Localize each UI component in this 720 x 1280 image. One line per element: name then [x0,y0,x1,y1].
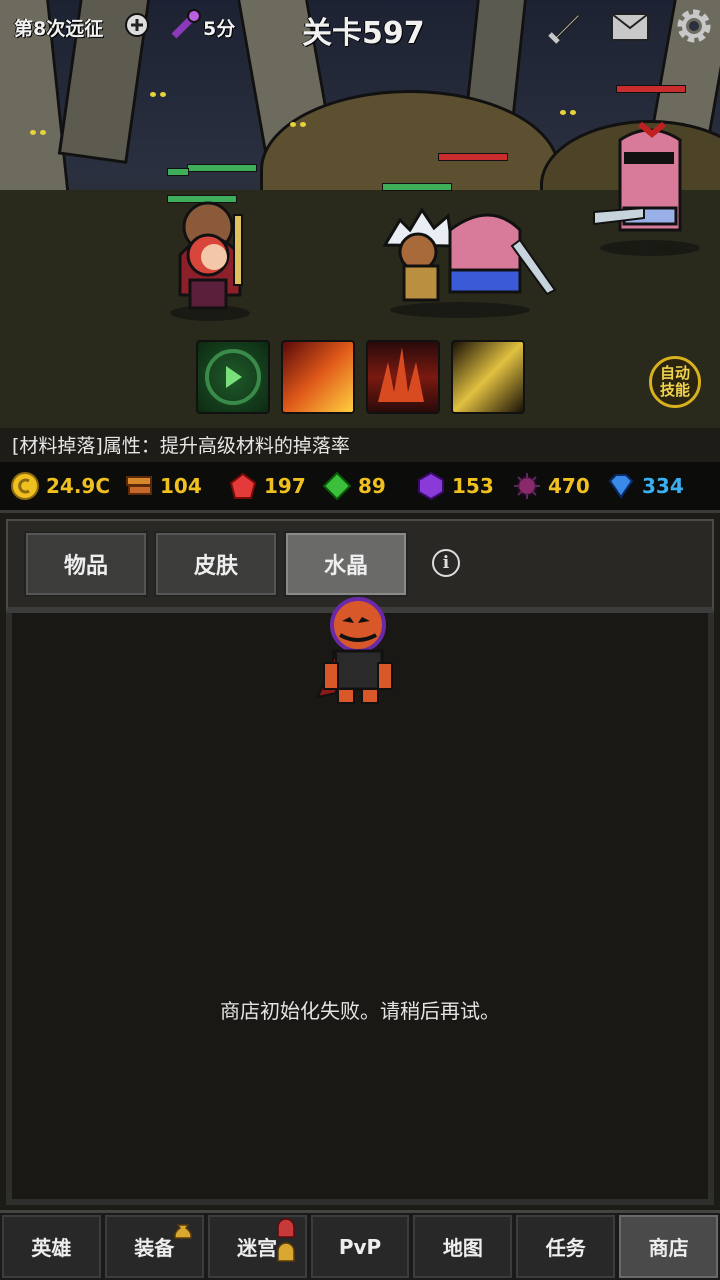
key-icon [168,8,202,46]
skill-slot-lightning[interactable] [451,340,525,414]
currency-dark-gem: 470 [512,470,590,502]
tab-crystal[interactable]: 水晶 [284,531,408,597]
stage-title: 关卡597 [302,16,425,51]
enemy-health-bar [616,85,686,93]
battle-scene: 第8次远征 5分 关卡597 自动 技能 [0,0,720,430]
hero-health-bar [167,168,189,176]
enemy-health-bar [438,153,508,161]
skill-slot-1[interactable] [196,340,270,414]
shop-error-message: 商店初始化失败。请稍后再试。 [220,999,500,1023]
nav-heroes[interactable]: 英雄 [0,1213,103,1280]
skill-slot-spikes[interactable] [366,340,440,414]
hero-warrior-sprite [382,207,557,318]
gold-coin-icon [11,472,39,500]
currency-gold: 24.9C [10,470,110,502]
auto-skill-button[interactable]: 自动 技能 [649,356,701,408]
diamond-icon [608,474,634,499]
pumpkin-knight-sprite [316,597,393,704]
add-circle-icon[interactable] [124,12,150,42]
nav-label: 地图 [442,1236,483,1260]
shop-content: 商店初始化失败。请稍后再试。 [6,597,714,1205]
glowing-eyes [560,110,576,116]
tab-skins[interactable]: 皮肤 [154,531,278,597]
currency-amethyst: 153 [416,470,494,502]
info-icon[interactable]: i [432,549,460,577]
dark-gem-amount: 470 [548,474,590,498]
dark-gem-icon [514,473,540,499]
sword-icon[interactable] [546,8,584,50]
bottom-nav: 英雄 装备 迷宫 PvP 地图 任务 商店 [0,1210,720,1280]
glowing-eyes [30,130,46,136]
maze-door-icon [275,1217,297,1268]
amethyst-icon [418,471,444,501]
mail-icon[interactable] [610,12,650,46]
diamond-amount: 334 [642,474,684,498]
currency-emerald: 89 [322,470,386,502]
emerald-amount: 89 [358,474,386,498]
skill-slot-fireball[interactable] [281,340,355,414]
gold-amount: 24.9C [46,474,111,498]
ruby-amount: 197 [264,474,306,498]
auto-skill-label: 技能 [659,381,690,399]
hero-health-bar [187,164,257,172]
glowing-eyes [150,92,166,98]
top-hud: 第8次远征 5分 关卡597 [0,0,720,52]
books-amount: 104 [160,474,202,498]
currency-ruby: 197 [228,470,306,502]
book-stack-icon [126,476,152,495]
money-bag-icon [172,1219,194,1246]
nav-quests[interactable]: 任务 [514,1213,618,1280]
attribute-info-line: [材料掉落]属性：提升高级材料的掉落率 [0,428,720,462]
key-timer: 5分 [203,18,236,40]
currency-bar: 24.9C 104 197 89 153 470 334 [0,462,720,510]
enemy-pig-brute-sprite [593,121,700,256]
ruby-icon [229,472,257,499]
gear-icon[interactable] [674,6,714,50]
tab-items[interactable]: 物品 [24,531,148,597]
nav-maze[interactable]: 迷宫 [205,1213,309,1280]
nav-label: 任务 [545,1236,586,1260]
expedition-count: 第8次远征 [14,18,104,40]
nav-shop[interactable]: 商店 [617,1213,720,1280]
emerald-icon [322,471,352,501]
shop-panel: 物品 皮肤 水晶 i 商店初始化失败。请稍后再试。 [0,510,720,1210]
auto-skill-label: 自动 [659,364,690,382]
hero-party-sprite [170,201,250,321]
amethyst-amount: 153 [452,474,494,498]
nav-pvp[interactable]: PvP [308,1213,412,1280]
nav-label: 英雄 [31,1236,72,1260]
currency-diamond: 334 [606,470,684,502]
hero-health-bar [382,183,452,191]
nav-map[interactable]: 地图 [411,1213,515,1280]
glowing-eyes [290,122,306,128]
nav-equipment[interactable]: 装备 [102,1213,206,1280]
currency-books: 104 [124,470,202,502]
nav-label: 商店 [648,1236,689,1260]
nav-label: PvP [338,1234,382,1259]
nav-label: 装备 [134,1236,175,1260]
nav-label: 迷宫 [237,1236,278,1260]
